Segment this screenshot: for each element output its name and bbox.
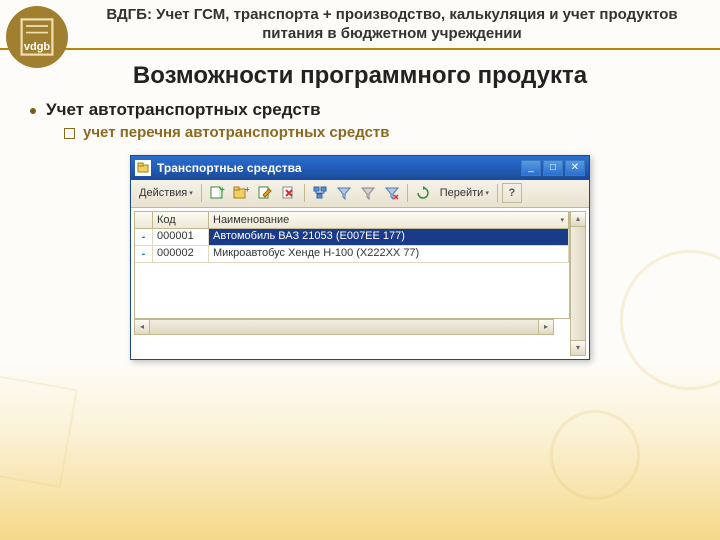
minimize-button[interactable]: _ xyxy=(521,160,541,176)
scroll-up-icon[interactable]: ▴ xyxy=(571,212,585,227)
svg-text:vdgb: vdgb xyxy=(24,41,51,53)
goto-menu[interactable]: Перейти▾ xyxy=(436,185,493,201)
hierarchy-icon[interactable] xyxy=(309,183,331,203)
expand-icon[interactable]: - xyxy=(135,246,153,263)
slide-header: ВДГБ: Учет ГСМ, транспорта + производств… xyxy=(0,0,720,50)
table-row[interactable]: - 000001 Автомобиль ВАЗ 21053 (Е007ЕЕ 17… xyxy=(135,229,569,246)
add-icon[interactable]: + xyxy=(206,183,228,203)
table-row[interactable]: - 000002 Микроавтобус Хенде Н-100 (Х222Х… xyxy=(135,246,569,263)
name-cell: Микроавтобус Хенде Н-100 (Х222ХХ 77) xyxy=(209,246,569,263)
window-icon xyxy=(135,160,151,176)
window-titlebar[interactable]: Транспортные средства _ □ ✕ xyxy=(131,156,589,180)
scroll-right-icon[interactable]: ▸ xyxy=(538,320,553,334)
window-title: Транспортные средства xyxy=(157,161,521,175)
filter-icon[interactable] xyxy=(333,183,355,203)
svg-text:+: + xyxy=(245,185,249,194)
app-window: Транспортные средства _ □ ✕ Действия▾ + … xyxy=(130,155,590,360)
scroll-left-icon[interactable]: ◂ xyxy=(135,320,150,334)
grid-header: Код Наименование▾ xyxy=(134,211,570,229)
code-cell: 000002 xyxy=(153,246,209,263)
grid-body: - 000001 Автомобиль ВАЗ 21053 (Е007ЕЕ 17… xyxy=(134,229,570,319)
header-title: ВДГБ: Учет ГСМ, транспорта + производств… xyxy=(84,6,700,44)
vdgb-logo: vdgb xyxy=(6,6,68,68)
actions-menu[interactable]: Действия▾ xyxy=(135,185,197,201)
horizontal-scrollbar[interactable]: ◂ ▸ xyxy=(134,319,554,335)
expand-icon[interactable]: - xyxy=(135,229,153,246)
expand-column-header[interactable] xyxy=(135,212,153,228)
name-cell: Автомобиль ВАЗ 21053 (Е007ЕЕ 177) xyxy=(209,229,569,246)
name-column-header[interactable]: Наименование▾ xyxy=(209,212,569,228)
delete-icon[interactable] xyxy=(278,183,300,203)
edit-icon[interactable] xyxy=(254,183,276,203)
code-column-header[interactable]: Код xyxy=(153,212,209,228)
bullet-text: Учет автотранспортных средств xyxy=(46,100,321,120)
scroll-down-icon[interactable]: ▾ xyxy=(571,340,585,355)
filter-off-icon[interactable] xyxy=(357,183,379,203)
help-button[interactable]: ? xyxy=(502,183,522,203)
vertical-scrollbar[interactable]: ▴ ▾ xyxy=(570,211,586,356)
maximize-button[interactable]: □ xyxy=(543,160,563,176)
add-group-icon[interactable]: + xyxy=(230,183,252,203)
bullet-item: Учет автотранспортных средств xyxy=(30,100,690,120)
sub-bullet-text: учет перечня автотранспортных средств xyxy=(83,124,389,141)
sort-indicator-icon: ▾ xyxy=(560,216,564,224)
data-grid: Код Наименование▾ - 000001 Автомобиль ВА… xyxy=(131,208,589,359)
sub-bullet-item: учет перечня автотранспортных средств xyxy=(64,124,690,141)
square-bullet-icon xyxy=(64,128,75,139)
close-button[interactable]: ✕ xyxy=(565,160,585,176)
code-cell: 000001 xyxy=(153,229,209,246)
svg-text:+: + xyxy=(220,185,225,194)
slide-title: Возможности программного продукта xyxy=(0,62,720,90)
refresh-icon[interactable] xyxy=(412,183,434,203)
bullet-dot-icon xyxy=(30,108,36,114)
toolbar: Действия▾ + + Перейти▾ ? xyxy=(131,180,589,208)
filter-clear-icon[interactable] xyxy=(381,183,403,203)
